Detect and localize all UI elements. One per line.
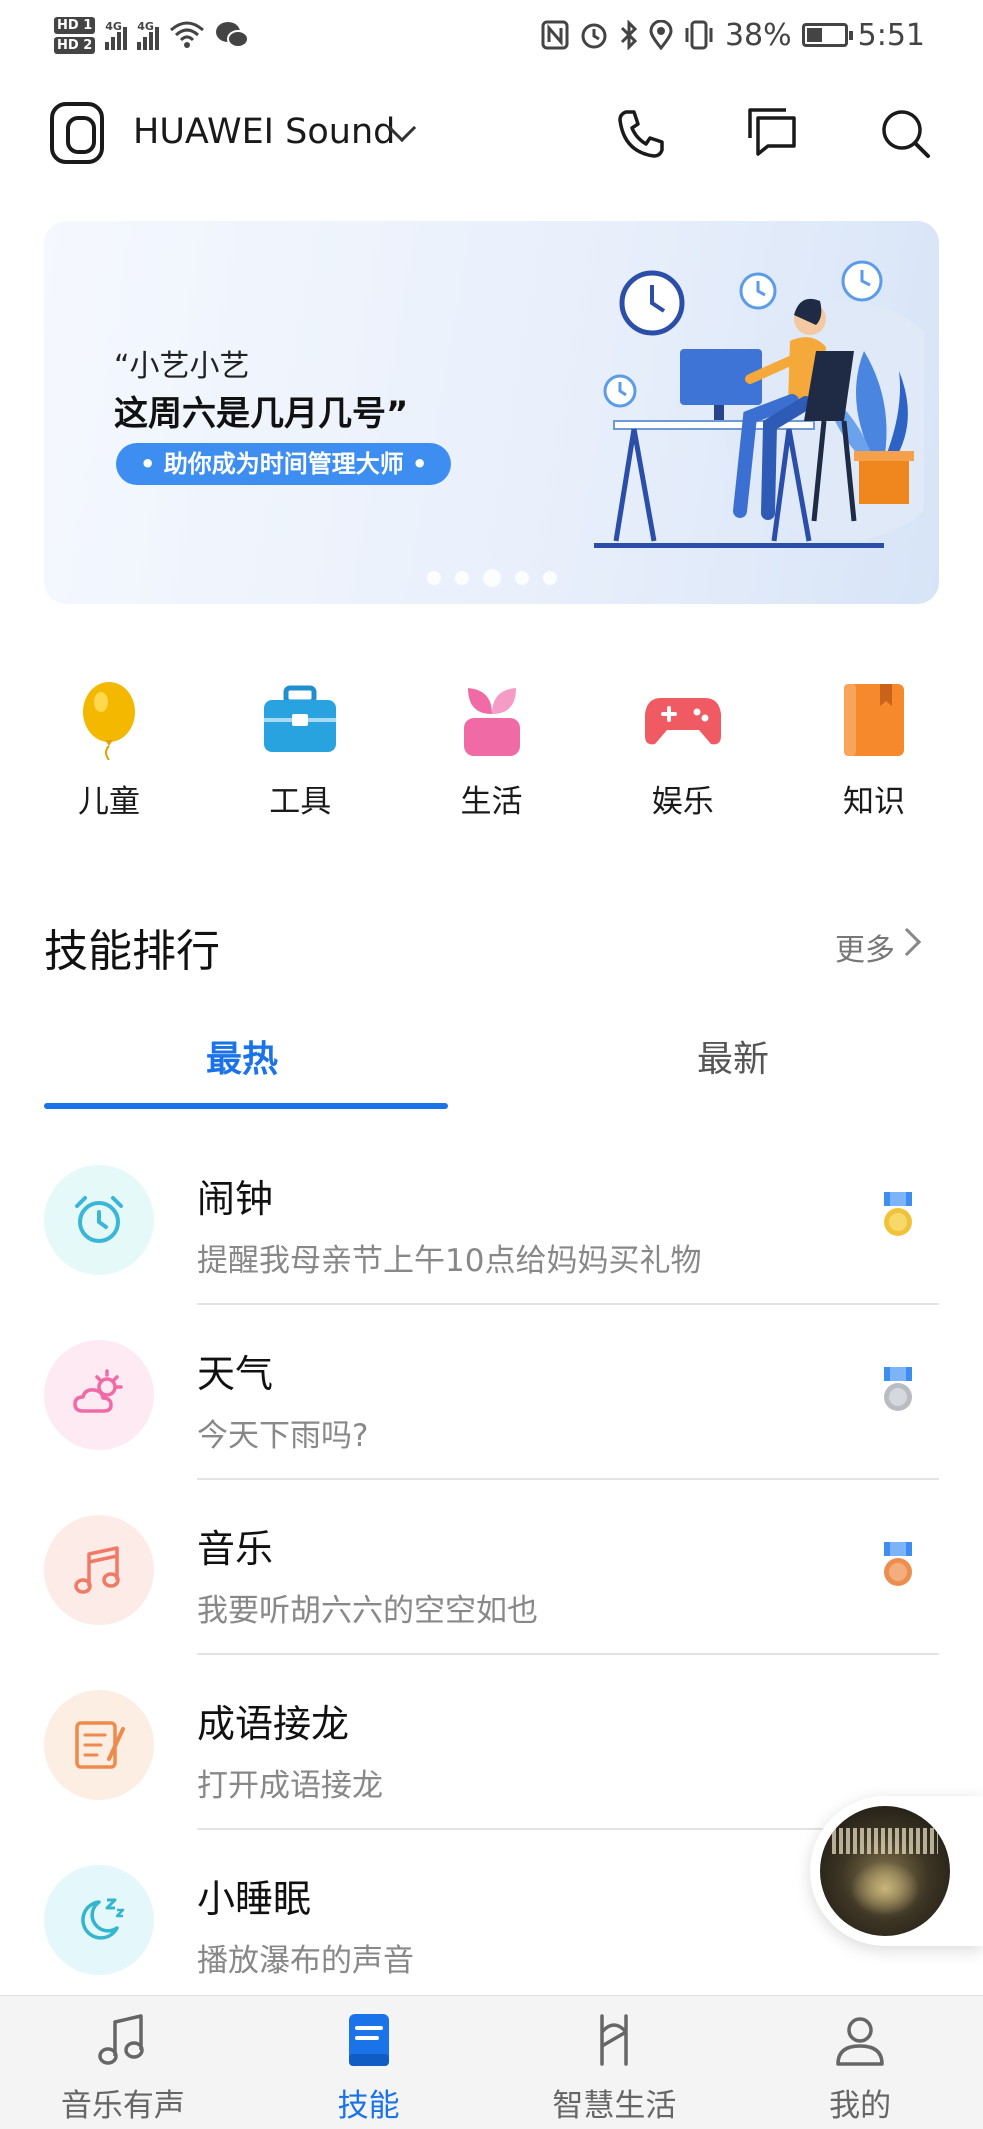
chevron-right-icon[interactable] (892, 927, 922, 957)
gamepad-icon (644, 698, 721, 745)
speaker-device-icon[interactable] (50, 102, 104, 164)
active-tab-indicator (44, 1103, 448, 1109)
list-item[interactable]: 闹钟 提醒我母亲节上午10点给妈妈买礼物 (0, 1130, 983, 1305)
wifi-icon (170, 21, 205, 48)
alarm-icon (581, 23, 607, 49)
skill-example: 打开成语接龙 (197, 1768, 383, 1804)
skill-example: 提醒我母亲节上午10点给妈妈买礼物 (197, 1243, 702, 1279)
section-title: 技能排行 (44, 926, 220, 977)
idiom-icon (44, 1690, 154, 1800)
silver-medal-icon (884, 1367, 912, 1411)
skill-title: 小睡眠 (197, 1877, 312, 1921)
network-type-2: 4G (137, 20, 154, 33)
banner-pagination[interactable] (44, 569, 939, 587)
app-header: HUAWEI Sound (0, 90, 983, 180)
status-bar: HD 1 HD 2 4G 4G 38% 5:51 (0, 0, 983, 70)
skill-example: 今天下雨吗? (197, 1418, 369, 1454)
skill-example: 我要听胡六六的空空如也 (197, 1593, 538, 1629)
book-icon (844, 684, 904, 756)
message-icon[interactable] (744, 104, 804, 164)
list-item[interactable]: 天气 今天下雨吗? (0, 1305, 983, 1480)
nav-label: 音乐有声 (60, 2088, 185, 2124)
category-life[interactable]: 生活 (427, 680, 557, 830)
plant-icon (463, 688, 520, 756)
music-note-icon (44, 1515, 154, 1625)
bluetooth-icon (620, 20, 638, 50)
skill-title: 闹钟 (197, 1177, 274, 1221)
category-label: 工具 (269, 784, 332, 820)
category-entertainment[interactable]: 娱乐 (618, 680, 748, 830)
list-item[interactable]: 音乐 我要听胡六六的空空如也 (0, 1480, 983, 1655)
smart-life-icon (600, 2014, 629, 2066)
pagination-dot-active[interactable] (482, 569, 501, 587)
music-icon (98, 2014, 144, 2065)
sleep-moon-icon (44, 1865, 154, 1975)
tab-hottest[interactable]: 最热 (206, 1030, 278, 1082)
pagination-dot[interactable] (514, 571, 529, 585)
network-type-1: 4G (105, 20, 122, 33)
weather-icon (44, 1340, 154, 1450)
skills-book-icon (348, 2014, 389, 2066)
profile-icon (836, 2017, 884, 2066)
vibrate-icon (685, 20, 713, 50)
device-name[interactable]: HUAWEI Sound (133, 112, 395, 152)
nav-smart-life[interactable]: 智慧生活 (492, 1996, 738, 2129)
battery-percent: 38% (724, 17, 792, 53)
hd-indicators: HD 1 HD 2 (54, 16, 96, 54)
phone-icon[interactable] (612, 104, 672, 164)
alarm-clock-icon (44, 1165, 154, 1275)
gold-medal-icon (884, 1192, 912, 1236)
category-label: 儿童 (78, 784, 140, 820)
bottom-nav: 音乐有声 技能 智慧生活 我的 (0, 1995, 983, 2129)
time-management-illustration (594, 260, 924, 548)
skill-example: 播放瀑布的声音 (197, 1943, 414, 1979)
list-item[interactable]: 成语接龙 打开成语接龙 (0, 1655, 983, 1830)
toolbox-icon (264, 685, 337, 752)
tab-newest[interactable]: 最新 (697, 1030, 769, 1082)
balloon-icon (83, 682, 135, 760)
category-children[interactable]: 儿童 (44, 680, 174, 830)
category-knowledge[interactable]: 知识 (809, 680, 939, 830)
bronze-medal-icon (884, 1542, 912, 1586)
wechat-icon (216, 22, 250, 48)
ranking-tabs: 最热 最新 (0, 1020, 983, 1110)
pagination-dot[interactable] (542, 571, 557, 585)
nav-label: 智慧生活 (552, 2088, 677, 2124)
status-left: HD 1 HD 2 4G 4G (54, 8, 250, 62)
nfc-icon (541, 20, 569, 50)
search-icon[interactable] (876, 104, 936, 164)
category-row: 儿童 工具 生活 娱乐 知识 (44, 680, 939, 830)
hd1-badge: HD 1 (54, 16, 96, 34)
category-label: 生活 (460, 784, 523, 820)
skill-title: 音乐 (197, 1527, 274, 1571)
skill-title: 成语接龙 (197, 1702, 350, 1746)
category-label: 知识 (843, 784, 905, 820)
category-label: 娱乐 (651, 784, 714, 820)
category-tools[interactable]: 工具 (235, 680, 365, 830)
banner-line-2: 这周六是几月几号” (114, 394, 409, 434)
banner-line-1: “小艺小艺 (114, 349, 250, 384)
nav-music[interactable]: 音乐有声 (0, 1996, 246, 2129)
nav-profile[interactable]: 我的 (737, 1996, 983, 2129)
skill-title: 天气 (197, 1352, 274, 1396)
pagination-dot[interactable] (454, 571, 469, 585)
banner-tagline-pill: • 助你成为时间管理大师 • (116, 443, 452, 485)
album-cover-disc (820, 1806, 950, 1936)
nav-skills[interactable]: 技能 (246, 1996, 492, 2129)
more-link[interactable]: 更多 (835, 925, 895, 969)
location-icon (649, 20, 673, 50)
status-right: 38% 5:51 (541, 10, 925, 60)
clock-time: 5:51 (857, 17, 925, 53)
hd2-badge: HD 2 (54, 36, 96, 54)
battery-icon (801, 23, 853, 47)
signal-icon-2: 4G (137, 20, 160, 50)
nav-label: 我的 (829, 2088, 892, 2124)
pagination-dot[interactable] (426, 571, 441, 585)
nav-label: 技能 (337, 2088, 400, 2124)
now-playing-floating-button[interactable] (810, 1796, 983, 1946)
signal-icon: 4G (105, 20, 128, 50)
promo-banner[interactable]: “小艺小艺 这周六是几月几号” • 助你成为时间管理大师 • (44, 221, 939, 604)
